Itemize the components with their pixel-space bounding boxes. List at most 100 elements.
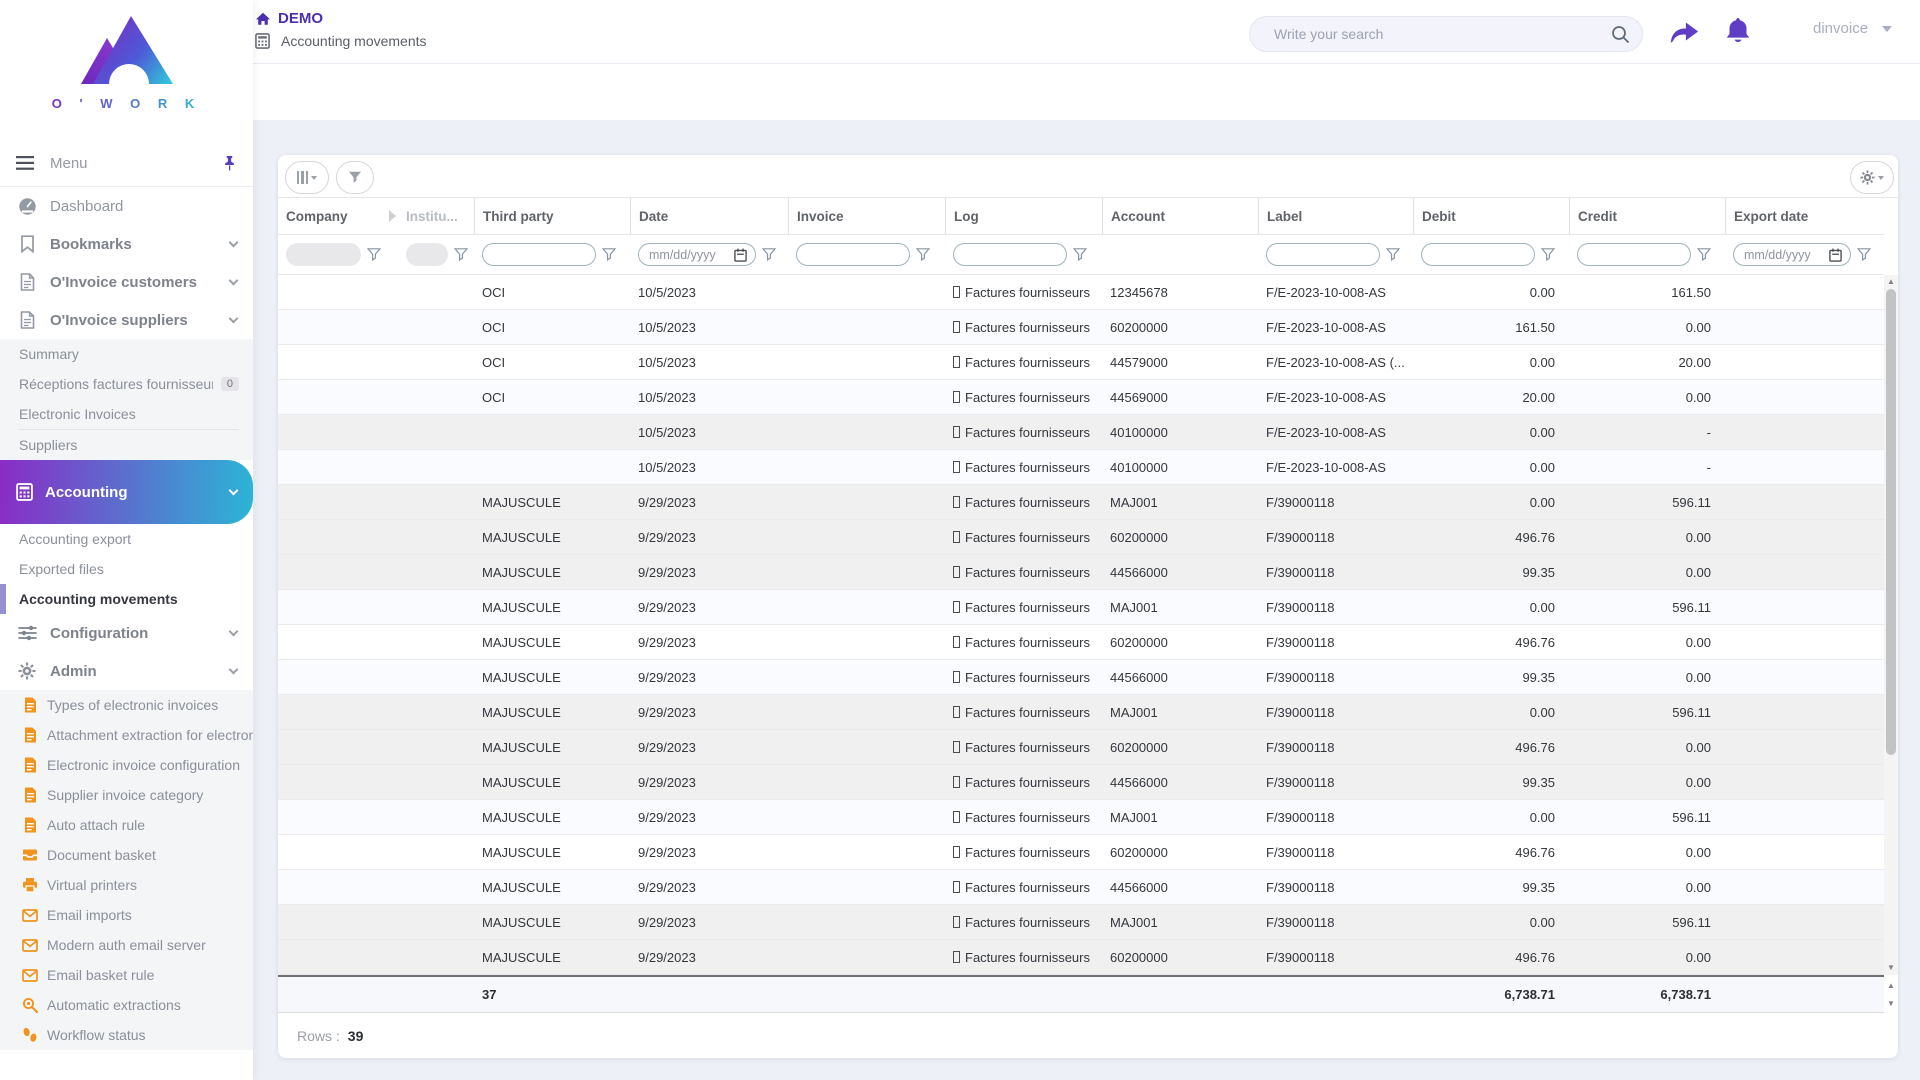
table-row[interactable]: MAJUSCULE 9/29/2023 Factures fournisseurs M… xyxy=(278,695,1884,730)
filter-date-input-export-date[interactable]: mm/dd/yyyy xyxy=(1733,243,1851,266)
table-row[interactable]: 10/5/2023 Factures fournisseurs 40100000 F/… xyxy=(278,450,1884,485)
funnel-icon[interactable] xyxy=(916,248,930,261)
column-header-third-party[interactable]: Third party xyxy=(474,198,630,234)
funnel-icon[interactable] xyxy=(1386,248,1400,261)
table-row[interactable]: MAJUSCULE 9/29/2023 Factures fournisseurs 6… xyxy=(278,520,1884,555)
sidebar-item-o-invoice-suppliers[interactable]: O'Invoice suppliers xyxy=(0,301,253,339)
funnel-icon[interactable] xyxy=(454,248,468,261)
table-row[interactable]: 10/5/2023 Factures fournisseurs 40100000 F/… xyxy=(278,415,1884,450)
funnel-icon[interactable] xyxy=(762,248,776,261)
column-header-label[interactable]: Label xyxy=(1258,198,1413,234)
table-settings-button[interactable] xyxy=(1850,161,1894,194)
sidebar-item-bookmarks[interactable]: Bookmarks xyxy=(0,225,253,263)
menu-toggle-row[interactable]: Menu xyxy=(0,140,253,187)
group-expand-icon[interactable] xyxy=(389,210,396,222)
table-row[interactable]: MAJUSCULE 9/29/2023 Factures fournisseurs M… xyxy=(278,485,1884,520)
table-row[interactable]: OCI 10/5/2023 Factures fournisseurs 1234567… xyxy=(278,275,1884,310)
filter-input-log[interactable] xyxy=(953,243,1067,266)
scroll-up-icon[interactable]: ▲ xyxy=(1884,276,1898,288)
column-header-company[interactable]: Company xyxy=(278,198,398,234)
column-chooser-button[interactable] xyxy=(285,161,329,194)
funnel-icon[interactable] xyxy=(1073,248,1087,261)
filter-input-third-party[interactable] xyxy=(482,243,596,266)
sidebar-subitem-automatic-extractions[interactable]: Automatic extractions xyxy=(0,990,253,1020)
search-icon[interactable] xyxy=(1611,25,1630,44)
sidebar-subitem-electronic-invoice-configuration[interactable]: Electronic invoice configuration xyxy=(0,750,253,780)
table-row[interactable]: MAJUSCULE 9/29/2023 Factures fournisseurs 6… xyxy=(278,730,1884,765)
breadcrumb-home[interactable]: DEMO xyxy=(255,10,427,27)
filter-date-input-date[interactable]: mm/dd/yyyy xyxy=(638,243,756,266)
table-row[interactable]: MAJUSCULE 9/29/2023 Factures fournisseurs 6… xyxy=(278,940,1884,975)
sidebar-subitem-types-of-electronic-invoices[interactable]: Types of electronic invoices xyxy=(0,690,253,720)
filter-toggle-button[interactable] xyxy=(336,161,374,194)
sidebar-subitem-exported-files[interactable]: Exported files xyxy=(0,554,253,584)
sidebar-subitem-supplier-invoice-category[interactable]: Supplier invoice category xyxy=(0,780,253,810)
search-input[interactable] xyxy=(1274,26,1611,42)
sidebar-item-admin[interactable]: Admin xyxy=(0,652,253,690)
calendar-icon[interactable] xyxy=(1829,248,1842,262)
table-row[interactable]: OCI 10/5/2023 Factures fournisseurs 6020000… xyxy=(278,310,1884,345)
sidebar-subitem-suppliers[interactable]: Suppliers xyxy=(0,430,253,460)
column-header-invoice[interactable]: Invoice xyxy=(788,198,945,234)
sidebar-section-accounting[interactable]: Accounting xyxy=(0,460,253,524)
sidebar-subitem-accounting-movements[interactable]: Accounting movements xyxy=(0,584,253,614)
table-row[interactable]: MAJUSCULE 9/29/2023 Factures fournisseurs M… xyxy=(278,590,1884,625)
filter-input-label[interactable] xyxy=(1266,243,1380,266)
sidebar-item-o-invoice-customers[interactable]: O'Invoice customers xyxy=(0,263,253,301)
hamburger-icon[interactable] xyxy=(16,156,34,170)
filter-input-credit[interactable] xyxy=(1577,243,1691,266)
table-row[interactable]: MAJUSCULE 9/29/2023 Factures fournisseurs M… xyxy=(278,800,1884,835)
scroll-down-icon[interactable]: ▼ xyxy=(1884,998,1898,1010)
scrollbar-thumb[interactable] xyxy=(1886,289,1896,755)
column-header-log[interactable]: Log xyxy=(945,198,1102,234)
sidebar-subitem-workflow-status[interactable]: Workflow status xyxy=(0,1020,253,1050)
share-button[interactable] xyxy=(1668,18,1700,45)
pin-icon[interactable] xyxy=(222,155,237,172)
sidebar-subitem-electronic-invoices[interactable]: Electronic Invoices xyxy=(0,399,253,429)
table-row[interactable]: MAJUSCULE 9/29/2023 Factures fournisseurs 4… xyxy=(278,660,1884,695)
sidebar-subitem-modern-auth-email-server[interactable]: Modern auth email server xyxy=(0,930,253,960)
sidebar-subitem-r-ceptions-factures-fournisseurs[interactable]: Réceptions factures fournisseurs 0 xyxy=(0,369,253,399)
sidebar-item-configuration[interactable]: Configuration xyxy=(0,614,253,652)
table-row[interactable]: MAJUSCULE 9/29/2023 Factures fournisseurs 6… xyxy=(278,835,1884,870)
breadcrumb: DEMO Accounting movements xyxy=(255,10,427,49)
sidebar-subitem-summary[interactable]: Summary xyxy=(0,339,253,369)
global-search[interactable] xyxy=(1249,16,1643,52)
cell-institu xyxy=(398,625,474,659)
funnel-icon[interactable] xyxy=(1857,248,1871,261)
table-row[interactable]: OCI 10/5/2023 Factures fournisseurs 4457900… xyxy=(278,345,1884,380)
sidebar-item-dashboard[interactable]: Dashboard xyxy=(0,187,253,225)
sidebar-subitem-virtual-printers[interactable]: Virtual printers xyxy=(0,870,253,900)
column-header-account[interactable]: Account xyxy=(1102,198,1258,234)
funnel-icon[interactable] xyxy=(1541,248,1555,261)
table-row[interactable]: OCI 10/5/2023 Factures fournisseurs 4456900… xyxy=(278,380,1884,415)
table-row[interactable]: MAJUSCULE 9/29/2023 Factures fournisseurs 4… xyxy=(278,555,1884,590)
table-row[interactable]: MAJUSCULE 9/29/2023 Factures fournisseurs 4… xyxy=(278,870,1884,905)
calendar-icon[interactable] xyxy=(734,248,747,262)
user-menu[interactable]: dinvoice xyxy=(1813,20,1893,37)
column-header-date[interactable]: Date xyxy=(630,198,788,234)
funnel-icon[interactable] xyxy=(1697,248,1711,261)
vertical-scrollbar[interactable]: ▲ ▼ xyxy=(1884,275,1898,975)
filter-input-invoice[interactable] xyxy=(796,243,910,266)
column-header-export-date[interactable]: Export date xyxy=(1725,198,1884,234)
filter-input-debit[interactable] xyxy=(1421,243,1535,266)
funnel-icon[interactable] xyxy=(367,248,381,261)
column-header-credit[interactable]: Credit xyxy=(1569,198,1725,234)
sidebar-subitem-attachment-extraction-for-electroni[interactable]: Attachment extraction for electroni xyxy=(0,720,253,750)
sidebar-subitem-email-imports[interactable]: Email imports xyxy=(0,900,253,930)
column-header-institu[interactable]: Institu... xyxy=(398,198,474,234)
column-header-debit[interactable]: Debit xyxy=(1413,198,1569,234)
table-row[interactable]: MAJUSCULE 9/29/2023 Factures fournisseurs 6… xyxy=(278,625,1884,660)
footer-scrollbar[interactable]: ▲ ▼ xyxy=(1884,977,1898,1013)
table-row[interactable]: MAJUSCULE 9/29/2023 Factures fournisseurs M… xyxy=(278,905,1884,940)
scroll-up-icon[interactable]: ▲ xyxy=(1884,980,1898,992)
sidebar-subitem-email-basket-rule[interactable]: Email basket rule xyxy=(0,960,253,990)
funnel-icon[interactable] xyxy=(602,248,616,261)
notifications-button[interactable] xyxy=(1723,16,1753,47)
sidebar-subitem-document-basket[interactable]: Document basket xyxy=(0,840,253,870)
sidebar-subitem-accounting-export[interactable]: Accounting export xyxy=(0,524,253,554)
table-row[interactable]: MAJUSCULE 9/29/2023 Factures fournisseurs 4… xyxy=(278,765,1884,800)
sidebar-subitem-auto-attach-rule[interactable]: Auto attach rule xyxy=(0,810,253,840)
scroll-down-icon[interactable]: ▼ xyxy=(1884,962,1898,974)
